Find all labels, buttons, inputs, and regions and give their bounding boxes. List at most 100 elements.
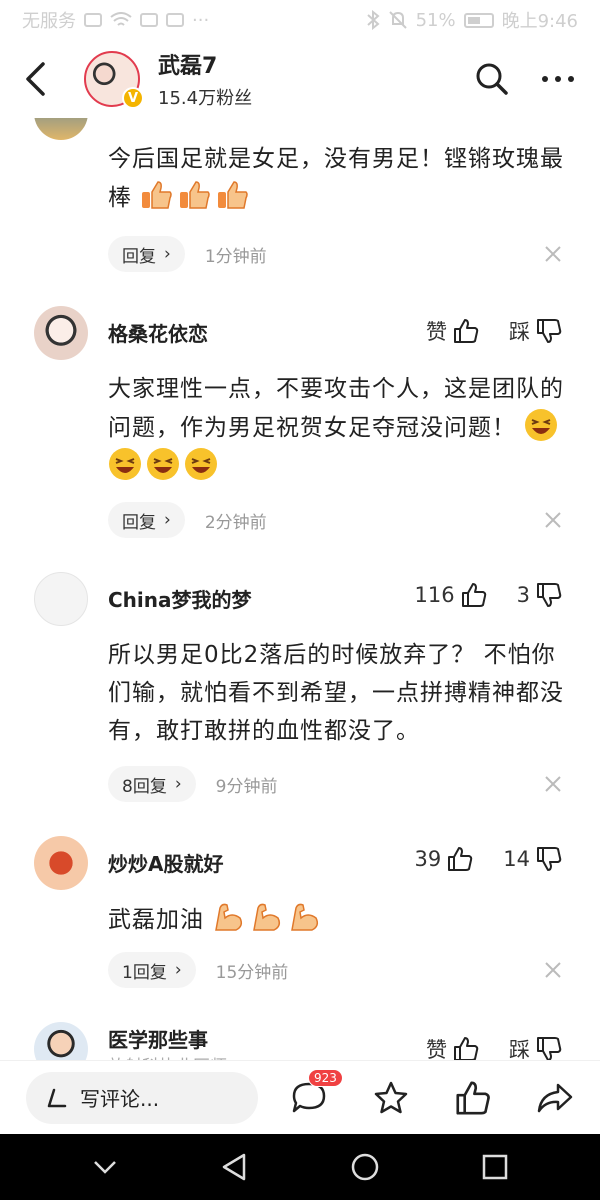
thumbs-up-emoji-icon [180,181,211,209]
like-button[interactable]: 39 [415,846,474,872]
header: V 武磊7 15.4万粉丝 [0,40,600,118]
chevron-right-icon: › [174,960,182,980]
close-icon[interactable] [544,245,562,263]
back-button[interactable] [4,47,68,111]
carrier-text: 无服务 [22,11,76,32]
commenter-name[interactable]: China梦我的梦 [108,584,252,613]
dislike-count: 14 [503,847,530,871]
laughing-emoji-icon [109,448,141,480]
comment-time: 2分钟前 [204,512,267,533]
comment-list[interactable]: 今后国足就是女足，没有男足！铿锵玫瑰最棒 回复 › 1分钟前 格桑花依恋 赞 踩 [0,118,600,1060]
close-icon[interactable] [544,511,562,529]
thumbs-down-icon [537,1037,562,1060]
laughing-emoji-icon [525,409,558,441]
thumbs-down-icon [537,319,562,343]
share-button[interactable] [532,1075,578,1121]
dislike-button[interactable]: 踩 [509,1034,562,1060]
reply-label: 回复 [122,512,156,533]
dislike-count: 踩 [509,320,530,344]
like-count: 39 [414,847,442,871]
verified-badge-icon: V [122,87,144,109]
dislike-count: 3 [516,583,530,607]
commenter-name[interactable]: 格桑花依恋 [108,318,208,347]
pen-icon [47,1088,67,1107]
more-icon[interactable] [540,61,576,97]
dislike-button[interactable]: 3 [517,582,562,608]
commenter-avatar[interactable] [34,1022,88,1060]
commenter-avatar[interactable] [34,306,88,360]
comments-button[interactable]: 923 [286,1068,343,1121]
author-avatar[interactable]: V [84,51,144,109]
author-info[interactable]: 武磊7 15.4万粉丝 [158,48,252,110]
dislike-button[interactable]: 踩 [509,316,562,346]
chevron-right-icon: › [164,244,171,264]
wifi-icon [110,12,132,26]
flexed-biceps-emoji-icon [291,903,319,931]
reply-label: 1回复 [122,962,167,983]
commenter-avatar[interactable] [34,836,88,890]
dislike-count: 踩 [509,1038,530,1060]
like-button[interactable]: 赞 [426,316,479,346]
chevron-right-icon: › [174,774,182,794]
commenter-name[interactable]: 医学那些事 [108,1024,208,1053]
commenter-subtitle: 放射科执业医师 [108,1052,227,1060]
comment-time: 9分钟前 [215,776,278,797]
star-icon [374,1081,408,1113]
thumbs-up-icon [454,1037,479,1060]
like-button[interactable]: 赞 [426,1034,479,1060]
battery-icon [463,12,494,28]
notification-icon [140,13,158,27]
like-count: 赞 [426,320,447,344]
reply-label: 8回复 [122,776,167,797]
thumbs-up-icon [456,1080,490,1115]
close-icon[interactable] [544,961,562,979]
nav-back-icon[interactable] [220,1152,248,1182]
thumbs-down-icon [537,583,562,607]
comment-time: 15分钟前 [215,962,289,983]
comment-text: 所以男足0比2落后的时候放弃了？ 不怕你们输，就怕看不到希望，一点拼搏精神都没有… [108,642,564,744]
commenter-name[interactable]: 炒炒A股就好 [108,848,223,877]
sim-icon [84,13,102,27]
like-count: 赞 [426,1038,447,1060]
search-icon[interactable] [474,61,510,97]
reply-label: 回复 [122,246,156,267]
chevron-right-icon: › [164,510,171,530]
commenter-avatar[interactable] [34,118,88,140]
favorite-button[interactable] [368,1075,414,1121]
mute-icon [388,11,407,29]
bottom-bar: 写评论... 923 [0,1060,600,1134]
chevron-down-icon[interactable] [91,1157,119,1177]
like-button[interactable]: 116 [415,582,487,608]
battery-percent: 51% [415,9,456,31]
laughing-emoji-icon [185,448,217,480]
laughing-emoji-icon [147,448,179,480]
clock: 晚上9:46 [501,11,578,32]
back-arrow-icon [26,62,45,96]
thumbs-up-icon [454,319,479,343]
thumbs-up-emoji-icon [142,181,173,209]
system-nav-bar [0,1134,600,1200]
comment-time: 1分钟前 [204,246,267,267]
nav-recents-icon[interactable] [481,1153,509,1181]
app-icon [166,13,184,27]
comment-text: 武磊加油 [108,900,568,939]
reply-button[interactable]: 回复 › [108,502,185,538]
comment-text: 大家理性一点，不要攻击个人，这是团队的问题，作为男足祝贺女足夺冠没问题！ [108,370,568,486]
author-name: 武磊7 [158,54,218,79]
commenter-avatar[interactable] [34,572,88,626]
reply-button[interactable]: 回复 › [108,236,185,272]
status-bar: 无服务 ··· 51% 晚上9:46 [0,0,600,40]
like-count: 116 [414,583,455,607]
bluetooth-icon [366,10,380,30]
more-status-icon: ··· [192,9,210,31]
write-comment-input[interactable]: 写评论... [26,1071,258,1124]
reply-button[interactable]: 8回复 › [108,766,196,802]
comment-count-badge: 923 [308,1068,343,1087]
reply-button[interactable]: 1回复 › [108,952,196,988]
nav-home-icon[interactable] [350,1152,380,1182]
thumbs-up-icon [448,847,473,871]
thumbs-up-icon [461,583,486,607]
dislike-button[interactable]: 14 [503,846,562,872]
close-icon[interactable] [544,775,562,793]
like-article-button[interactable] [450,1075,496,1121]
